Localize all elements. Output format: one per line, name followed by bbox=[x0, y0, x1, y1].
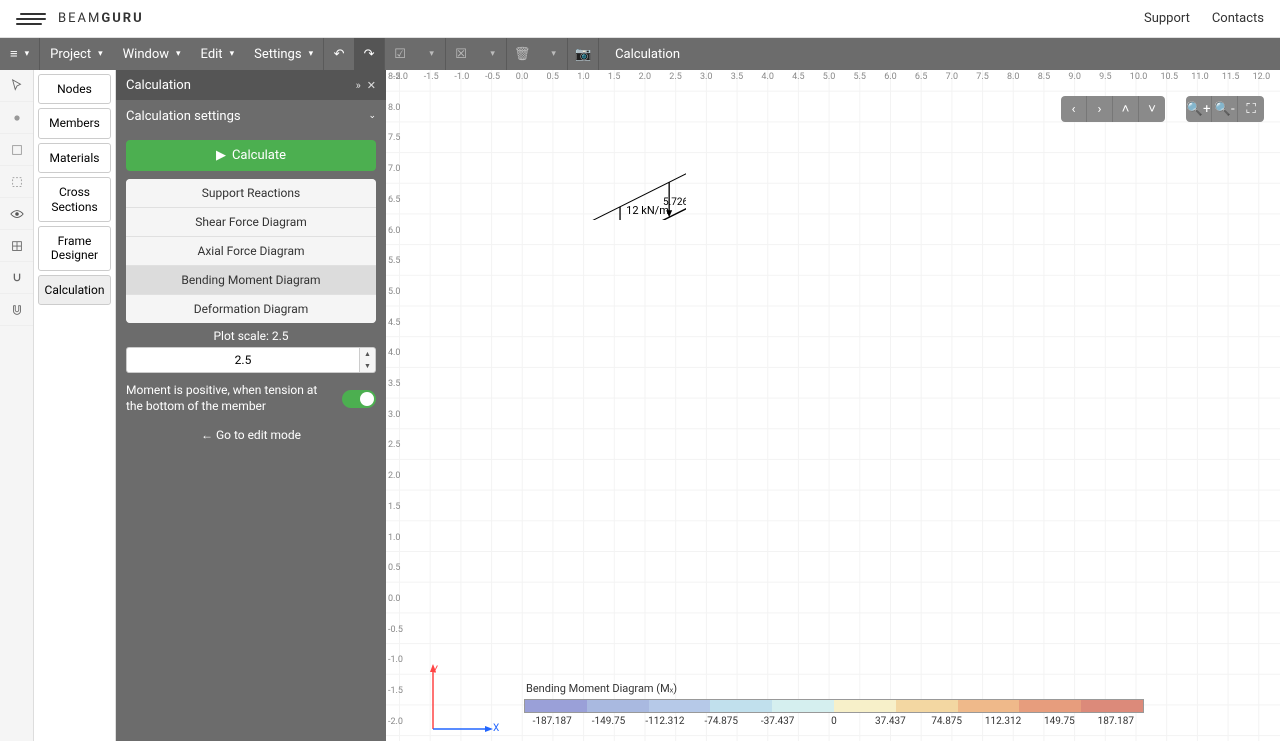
zoom-out-icon[interactable]: 🔍- bbox=[1212, 96, 1238, 122]
header-links: Support Contacts bbox=[1144, 11, 1264, 26]
zoom-controls: 🔍+ 🔍- ⛶ bbox=[1186, 96, 1264, 122]
logo-icon bbox=[16, 13, 46, 25]
diagram-svg: 25 kN12 kN/m15 kN8 kN12 kN35 kN20 kN5 kN… bbox=[386, 70, 686, 220]
rect-icon[interactable] bbox=[0, 134, 33, 166]
pan-down-icon[interactable]: ˅ bbox=[1139, 96, 1165, 122]
zoom-fit-icon[interactable]: ⛶ bbox=[1238, 96, 1264, 122]
plot-scale-input[interactable] bbox=[126, 347, 360, 373]
pan-left-icon[interactable]: ‹ bbox=[1061, 96, 1087, 122]
tool-column: Nodes Members Materials Cross Sections F… bbox=[34, 70, 116, 741]
tool-materials[interactable]: Materials bbox=[38, 143, 111, 173]
pan-right-icon[interactable]: › bbox=[1087, 96, 1113, 122]
canvas[interactable]: ‹ › ˄ ˅ 🔍+ 🔍- ⛶ 25 kN12 kN/m15 kN8 kN12 … bbox=[386, 70, 1280, 741]
magnet-icon[interactable] bbox=[0, 294, 33, 326]
collapse-icon[interactable]: » bbox=[356, 79, 361, 92]
point-icon[interactable] bbox=[0, 102, 33, 134]
menu-edit[interactable]: Edit▾ bbox=[191, 38, 245, 70]
redo-icon[interactable]: ↷ bbox=[354, 38, 384, 70]
tool-calculation[interactable]: Calculation bbox=[38, 275, 111, 305]
pan-controls: ‹ › ˄ ˅ bbox=[1061, 96, 1165, 122]
menubar-title: Calculation bbox=[599, 38, 696, 70]
chevron-down-icon: ⌄ bbox=[368, 111, 376, 121]
diagram-bending[interactable]: Bending Moment Diagram bbox=[126, 266, 376, 295]
diagram-axial[interactable]: Axial Force Diagram bbox=[126, 237, 376, 266]
svg-text:15 kN: 15 kN bbox=[531, 220, 560, 221]
trash-icon: 🗑 bbox=[507, 38, 537, 70]
close-icon[interactable]: ✕ bbox=[367, 79, 376, 92]
top-header: BEAMGURU Support Contacts bbox=[0, 0, 1280, 38]
icon-rail bbox=[0, 70, 34, 741]
check-dropdown-icon: ▾ bbox=[415, 38, 445, 70]
hamburger-menu[interactable]: ≡ ▾ bbox=[0, 38, 39, 70]
trash-dropdown-icon: ▾ bbox=[537, 38, 567, 70]
logo: BEAMGURU bbox=[16, 11, 144, 26]
tool-cross-sections[interactable]: Cross Sections bbox=[38, 177, 111, 222]
legend-colorbar bbox=[524, 699, 1144, 713]
moment-sign-toggle[interactable] bbox=[342, 390, 376, 408]
uncheck-dropdown-icon: ▾ bbox=[476, 38, 506, 70]
menu-settings[interactable]: Settings▾ bbox=[244, 38, 323, 70]
menu-bar: ≡ ▾ Project▾ Window▾ Edit▾ Settings▾ ↶ ↷… bbox=[0, 38, 1280, 70]
tool-nodes[interactable]: Nodes bbox=[38, 74, 111, 104]
plot-scale-label: Plot scale: 2.5 bbox=[126, 323, 376, 347]
uncheck-icon: ☒ bbox=[446, 38, 476, 70]
diagram-support-reactions[interactable]: Support Reactions bbox=[126, 179, 376, 208]
diagram-shear[interactable]: Shear Force Diagram bbox=[126, 208, 376, 237]
check-icon: ☑ bbox=[385, 38, 415, 70]
cursor-icon[interactable] bbox=[0, 70, 33, 102]
side-panel: Calculation » ✕ Calculation settings⌄ ▶ … bbox=[116, 70, 386, 741]
brand-text: BEAMGURU bbox=[58, 11, 144, 26]
scale-stepper[interactable]: ▲▼ bbox=[360, 347, 376, 373]
panel-body: ▶ Calculate Support Reactions Shear Forc… bbox=[116, 132, 386, 462]
tool-members[interactable]: Members bbox=[38, 108, 111, 138]
tool-frame-designer[interactable]: Frame Designer bbox=[38, 226, 111, 271]
toggle-label: Moment is positive, when tension at the … bbox=[126, 383, 334, 414]
svg-text:5.726: 5.726 bbox=[663, 197, 686, 208]
calculate-button[interactable]: ▶ Calculate bbox=[126, 140, 376, 171]
panel-header: Calculation » ✕ bbox=[116, 70, 386, 100]
eye-icon[interactable] bbox=[0, 198, 33, 230]
zoom-in-icon[interactable]: 🔍+ bbox=[1186, 96, 1212, 122]
menu-project[interactable]: Project▾ bbox=[40, 38, 113, 70]
diagram-deformation[interactable]: Deformation Diagram bbox=[126, 295, 376, 323]
panel-section-header[interactable]: Calculation settings⌄ bbox=[116, 100, 386, 132]
grid-icon[interactable] bbox=[0, 230, 33, 262]
main-layout: Nodes Members Materials Cross Sections F… bbox=[0, 70, 1280, 741]
go-to-edit-link[interactable]: ← Go to edit mode bbox=[126, 420, 376, 450]
dashed-rect-icon[interactable] bbox=[0, 166, 33, 198]
menu-window[interactable]: Window▾ bbox=[113, 38, 191, 70]
link-support[interactable]: Support bbox=[1144, 11, 1190, 26]
pan-up-icon[interactable]: ˄ bbox=[1113, 96, 1139, 122]
screenshot-icon[interactable]: 📷 bbox=[568, 38, 598, 70]
diagram-list: Support Reactions Shear Force Diagram Ax… bbox=[126, 179, 376, 323]
legend-title: Bending Moment Diagram (Mₓ) bbox=[524, 682, 1144, 695]
legend-labels: -187.187-149.75-112.312-74.875-37.437037… bbox=[524, 716, 1144, 727]
link-contacts[interactable]: Contacts bbox=[1212, 11, 1264, 26]
undo-icon[interactable]: ↶ bbox=[324, 38, 354, 70]
snap-icon[interactable] bbox=[0, 262, 33, 294]
legend: Bending Moment Diagram (Mₓ) -187.187-149… bbox=[524, 682, 1144, 727]
